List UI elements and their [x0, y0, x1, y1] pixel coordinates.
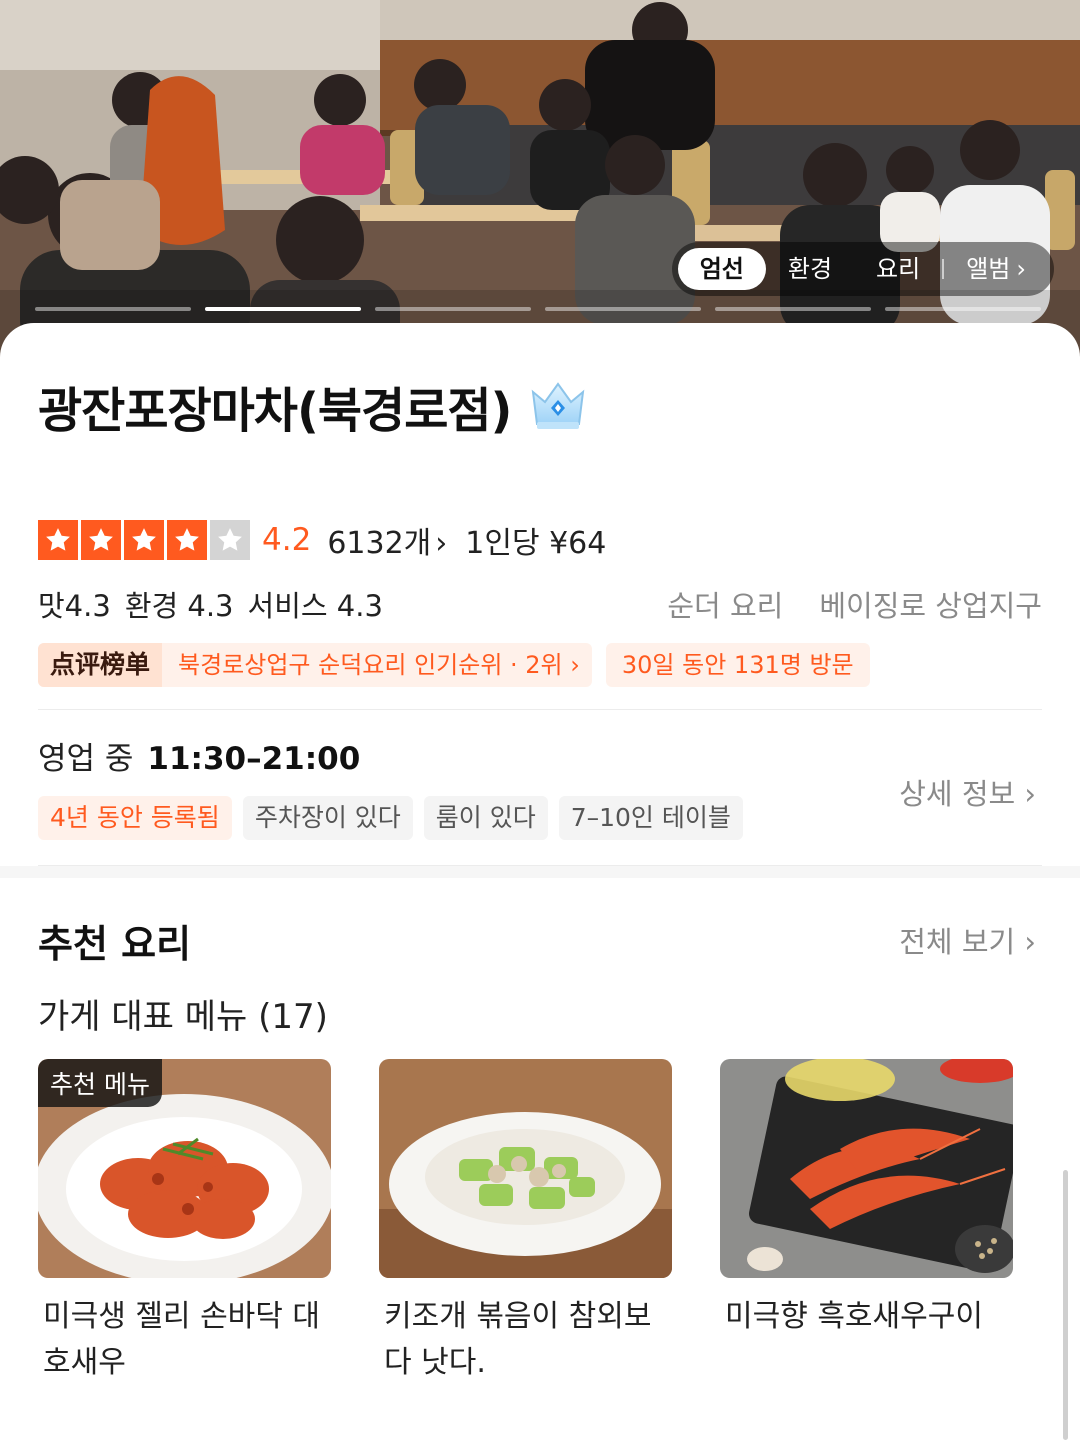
clam-cucumber-dish-image [379, 1059, 672, 1278]
review-count: 6132개 [327, 526, 432, 561]
dish-name: 키조개 볶음이 참외보다 낫다. [384, 1299, 652, 1380]
gallery-tab-album[interactable]: 앨범 › [944, 248, 1048, 290]
restaurant-photo [0, 0, 1080, 360]
service-score: 서비스 4.3 [247, 589, 383, 623]
visit-count-badge: 30일 동안 131명 방문 [605, 643, 870, 687]
details-link[interactable]: 상세 정보 › [899, 771, 1036, 813]
dish-card[interactable]: 추천 메뉴 미극생 젤리 손바닥 대호새우 [38, 1059, 331, 1386]
feature-tag: 7–10인 테이블 [558, 796, 743, 840]
category-tags: 순더 요리 베이징로 상업지구 [631, 583, 1042, 625]
dish-card[interactable]: 미극향 흑호새우구이 [720, 1059, 1013, 1386]
signature-menu-header: 가게 대표 메뉴 (17) [38, 997, 328, 1037]
ambience-score: 환경 4.3 [124, 589, 234, 623]
progress-segment [205, 307, 361, 311]
star-icon [81, 520, 121, 560]
review-count-link[interactable]: 6132개 › [327, 518, 447, 562]
divider [38, 709, 1042, 710]
progress-segment [35, 307, 191, 311]
dish-photo [720, 1059, 1013, 1278]
dish-name: 미극향 흑호새우구이 [725, 1299, 983, 1334]
gallery-tab-album-label: 앨범 [966, 255, 1011, 283]
feature-tags: 4년 동안 등록됨 주차장이 있다 룸이 있다 7–10인 테이블 [38, 796, 743, 840]
star-icon [38, 520, 78, 560]
section-separator [0, 866, 1080, 878]
badge-row: 点评榜单 북경로상업구 순덕요리 인기순위 · 2위 › 30일 동안 131명… [38, 643, 870, 687]
cuisine-category[interactable]: 순더 요리 [667, 589, 783, 623]
hero-photo-gallery[interactable]: 엄선 환경 요리 앨범 › [0, 0, 1080, 360]
ranking-label: 북경로상업구 순덕요리 인기순위 · 2위 [178, 651, 563, 679]
chevron-right-icon: › [570, 651, 580, 679]
star-rating [38, 520, 250, 560]
restaurant-name: 광잔포장마차(북경로점) [38, 383, 512, 439]
progress-segment [715, 307, 871, 311]
ranking-text: 북경로상업구 순덕요리 인기순위 · 2위 › [162, 643, 592, 687]
gallery-tab-ambience[interactable]: 환경 [766, 248, 854, 290]
dish-photo [379, 1059, 672, 1278]
gallery-tabs: 엄선 환경 요리 앨범 › [671, 242, 1054, 296]
rating-row[interactable]: 4.2 6132개 › 1인당 ¥64 [38, 518, 606, 562]
ranking-badge[interactable]: 点评榜单 북경로상업구 순덕요리 인기순위 · 2위 › [38, 643, 592, 687]
ranking-logo: 点评榜单 [38, 643, 163, 687]
sub-info-row: 맛4.3 환경 4.3 서비스 4.3 순더 요리 베이징로 상업지구 [38, 583, 1042, 625]
price-per-person: 1인당 ¥64 [465, 526, 607, 561]
star-icon [167, 520, 207, 560]
gallery-tab-dishes[interactable]: 요리 [854, 248, 942, 290]
recommended-section-title: 추천 요리 [38, 922, 192, 966]
chevron-right-icon: › [1016, 255, 1026, 283]
gallery-progress-indicator [35, 307, 1041, 311]
progress-segment [885, 307, 1041, 311]
sub-scores: 맛4.3 환경 4.3 서비스 4.3 [38, 583, 397, 625]
feature-tag: 4년 동안 등록됨 [38, 796, 232, 840]
chevron-right-icon: › [435, 526, 448, 561]
title-row: 광잔포장마차(북경로점) [38, 371, 587, 441]
feature-tag: 주차장이 있다 [242, 796, 413, 840]
crown-icon[interactable] [529, 380, 587, 432]
gallery-tab-featured[interactable]: 엄선 [677, 248, 766, 290]
progress-segment [375, 307, 531, 311]
rating-score: 4.2 [262, 522, 312, 558]
business-district[interactable]: 베이징로 상업지구 [819, 589, 1042, 623]
star-icon [210, 520, 250, 560]
open-status: 영업 중 [38, 741, 134, 777]
dish-photo: 추천 메뉴 [38, 1059, 331, 1278]
business-hours[interactable]: 영업 중 11:30–21:00 [38, 733, 360, 778]
recommended-tag: 추천 메뉴 [38, 1059, 162, 1107]
star-icon [124, 520, 164, 560]
dish-card[interactable]: 키조개 볶음이 참외보다 낫다. [379, 1059, 672, 1386]
feature-tag: 룸이 있다 [423, 796, 548, 840]
open-hours: 11:30–21:00 [147, 741, 361, 777]
dish-list: 추천 메뉴 미극생 젤리 손바닥 대호새우 키조개 볶음이 참외보다 낫다. 미… [38, 1059, 1013, 1386]
taste-score: 맛4.3 [38, 589, 111, 623]
grilled-prawn-dish-image [720, 1059, 1013, 1278]
scrollbar[interactable] [1063, 1170, 1068, 1440]
progress-segment [545, 307, 701, 311]
restaurant-info-card: 광잔포장마차(북경로점) 4.2 6132개 › 1인당 ¥64 맛4.3 환경 4… [0, 323, 1080, 1440]
see-all-link[interactable]: 전체 보기 › [899, 919, 1036, 961]
dish-name: 미극생 젤리 손바닥 대호새우 [43, 1299, 321, 1380]
